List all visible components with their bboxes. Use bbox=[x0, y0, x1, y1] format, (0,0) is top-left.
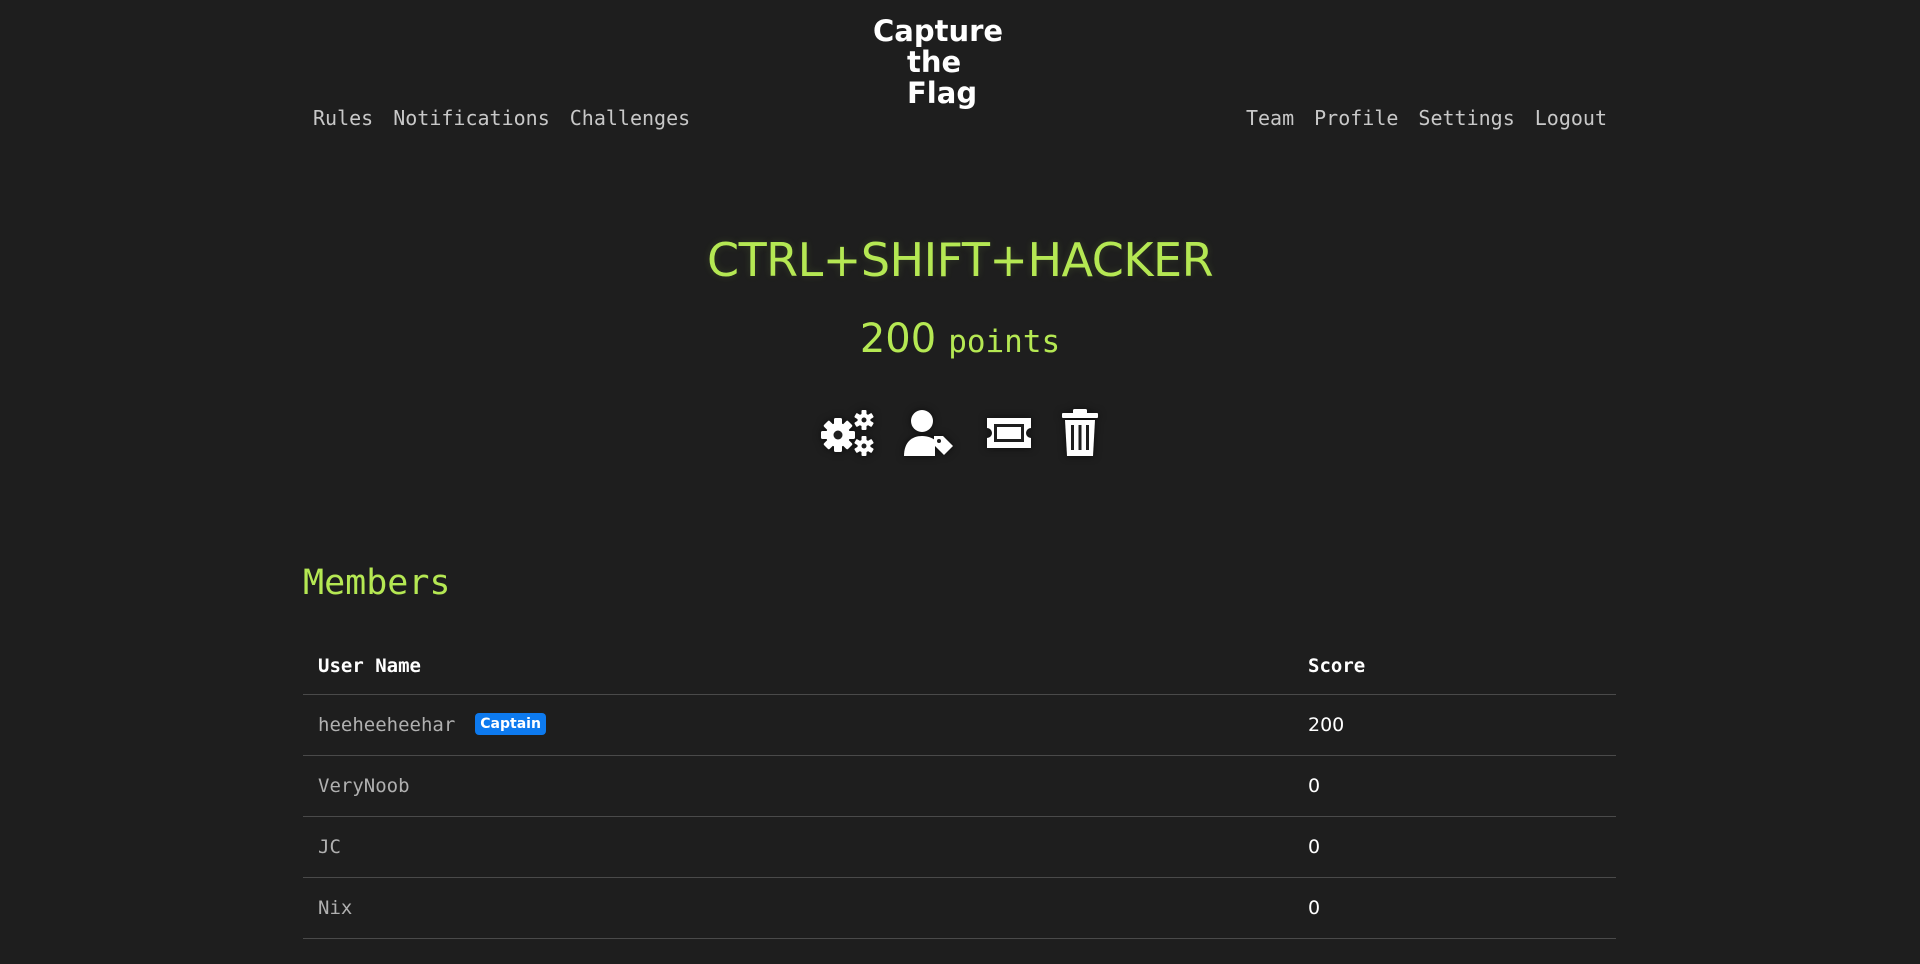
cogs-icon bbox=[820, 408, 874, 458]
nav-logout-link[interactable]: Logout bbox=[1535, 106, 1607, 130]
member-name-cell: heeheeheehar Captain bbox=[303, 694, 1293, 756]
team-actions bbox=[818, 408, 1102, 458]
site-logo[interactable]: Capture the Flag bbox=[873, 14, 1033, 109]
column-header-score: Score bbox=[1293, 638, 1616, 695]
user-tag-icon bbox=[902, 408, 956, 458]
team-points: 200 points bbox=[0, 316, 1920, 362]
member-name-link[interactable]: JC bbox=[318, 836, 341, 858]
trash-icon bbox=[1060, 408, 1100, 458]
points-label: points bbox=[948, 324, 1061, 360]
member-name-cell: JC bbox=[303, 816, 1293, 878]
transfer-captain-button[interactable] bbox=[902, 408, 956, 458]
member-name-link[interactable]: Nix bbox=[318, 897, 352, 919]
logo-line-2: the Flag bbox=[907, 45, 978, 110]
invite-code-button[interactable] bbox=[984, 408, 1034, 458]
table-row: VeryNoob 0 bbox=[303, 755, 1616, 817]
nav-team-link[interactable]: Team bbox=[1246, 106, 1294, 130]
team-name: CTRL+SHIFT+HACKER bbox=[706, 233, 1214, 287]
column-header-username: User Name bbox=[303, 638, 1293, 695]
nav-notifications-link[interactable]: Notifications bbox=[393, 106, 550, 130]
nav-challenges-link[interactable]: Challenges bbox=[570, 106, 690, 130]
member-score: 0 bbox=[1293, 755, 1616, 817]
member-name-link[interactable]: heeheeheehar bbox=[318, 714, 455, 736]
member-name-cell: VeryNoob bbox=[303, 755, 1293, 817]
table-row: heeheeheehar Captain 200 bbox=[303, 694, 1616, 756]
members-table: User Name Score heeheeheehar Captain 200 … bbox=[303, 638, 1616, 939]
team-settings-button[interactable] bbox=[820, 408, 874, 458]
table-row: JC 0 bbox=[303, 816, 1616, 878]
member-score: 0 bbox=[1293, 877, 1616, 939]
members-heading: Members bbox=[303, 563, 451, 603]
member-name-cell: Nix bbox=[303, 877, 1293, 939]
member-score: 0 bbox=[1293, 816, 1616, 878]
nav-rules-link[interactable]: Rules bbox=[313, 106, 373, 130]
logo-line-1: Capture bbox=[873, 14, 1004, 48]
delete-team-button[interactable] bbox=[1060, 408, 1100, 458]
nav-profile-link[interactable]: Profile bbox=[1314, 106, 1398, 130]
member-name-link[interactable]: VeryNoob bbox=[318, 775, 410, 797]
member-score: 200 bbox=[1293, 694, 1616, 756]
table-row: Nix 0 bbox=[303, 877, 1616, 939]
points-value: 200 bbox=[859, 316, 937, 362]
nav-settings-link[interactable]: Settings bbox=[1418, 106, 1514, 130]
primary-nav: Rules Notifications Challenges bbox=[313, 106, 710, 130]
captain-badge: Captain bbox=[475, 713, 546, 736]
user-nav: Team Profile Settings Logout bbox=[1226, 106, 1607, 130]
ticket-icon bbox=[984, 408, 1034, 458]
table-header-row: User Name Score bbox=[303, 638, 1616, 695]
